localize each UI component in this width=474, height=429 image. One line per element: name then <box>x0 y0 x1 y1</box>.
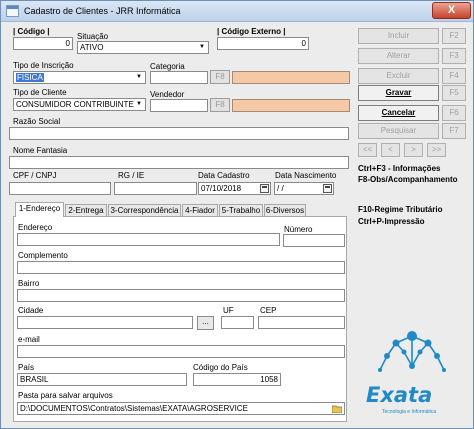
situacao-value: ATIVO <box>80 43 104 52</box>
situacao-select[interactable]: ATIVO ▼ <box>77 41 209 54</box>
gravar-key[interactable]: F5 <box>442 85 466 101</box>
complemento-field[interactable] <box>17 261 345 274</box>
data-cadastro-value: 07/10/2018 <box>201 184 242 193</box>
categoria-description-field <box>232 71 350 84</box>
alterar-key[interactable]: F3 <box>442 48 466 64</box>
tipo-cliente-label: Tipo de Cliente <box>13 88 67 97</box>
vendedor-description-field <box>232 99 350 112</box>
pasta-label: Pasta para salvar arquivos <box>18 391 113 400</box>
excluir-key[interactable]: F4 <box>442 68 466 84</box>
bairro-field[interactable] <box>17 289 345 302</box>
tab-endereco[interactable]: 1-Endereço <box>15 202 64 217</box>
window-title: Cadastro de Clientes - JRR Informática <box>24 6 181 16</box>
gravar-button[interactable]: Gravar <box>358 85 439 101</box>
tipo-inscricao-select[interactable]: FISICA ▼ <box>13 71 146 84</box>
bairro-label: Bairro <box>18 279 40 288</box>
endereco-label: Endereço <box>18 223 53 232</box>
rg-ie-label: RG / IE <box>118 171 145 180</box>
cpf-cnpj-label: CPF / CNPJ <box>13 171 57 180</box>
codigo-label: | Código | <box>13 27 50 36</box>
calendar-icon[interactable] <box>323 184 332 193</box>
codigo-externo-field[interactable]: 0 <box>217 37 309 50</box>
pasta-field[interactable]: D:\DOCUMENTOS\Contratos\Sistemas\EXATA\A… <box>17 402 345 415</box>
close-button[interactable]: X <box>432 2 471 19</box>
chevron-down-icon: ▼ <box>136 74 142 80</box>
incluir-button[interactable]: Incluir <box>358 28 439 44</box>
vendedor-label: Vendedor <box>150 90 185 99</box>
data-cadastro-field[interactable]: 07/10/2018 <box>198 182 271 195</box>
razao-social-field[interactable] <box>9 127 349 140</box>
cidade-search-button[interactable]: ... <box>197 316 214 330</box>
cpf-cnpj-field[interactable] <box>9 182 111 195</box>
pais-label: País <box>18 363 35 372</box>
tipo-cliente-value: CONSUMIDOR CONTRIBUINTE <box>16 100 134 109</box>
numero-field[interactable] <box>283 234 345 247</box>
calendar-icon[interactable] <box>260 184 269 193</box>
data-nascimento-value: / / <box>277 184 284 193</box>
chevron-down-icon: ▼ <box>199 44 205 50</box>
situacao-label: Situação <box>77 32 109 41</box>
email-field[interactable] <box>17 345 345 358</box>
endereco-field[interactable] <box>17 233 280 246</box>
logo-subtitle: Tecnologia e Informática <box>382 409 437 415</box>
pesquisar-button[interactable]: Pesquisar <box>358 123 439 139</box>
categoria-code-field[interactable] <box>150 71 208 84</box>
chevron-down-icon: ▼ <box>136 101 142 107</box>
nome-fantasia-field[interactable] <box>9 156 349 169</box>
uf-field[interactable] <box>221 316 254 329</box>
email-label: e-mail <box>18 335 40 344</box>
data-nascimento-label: Data Nascimento <box>275 171 337 180</box>
pasta-value: D:\DOCUMENTOS\Contratos\Sistemas\EXATA\A… <box>20 404 248 413</box>
excluir-button[interactable]: Excluir <box>358 68 439 84</box>
nav-first-button[interactable]: << <box>358 143 377 157</box>
categoria-label: Categoria <box>150 62 185 71</box>
incluir-key[interactable]: F2 <box>442 28 466 44</box>
cidade-field[interactable] <box>17 316 193 329</box>
cep-label: CEP <box>260 306 277 315</box>
codigo-pais-label: Código do País <box>193 363 248 372</box>
codigo-externo-label: | Código Externo | <box>217 27 286 36</box>
info-obs: F8-Obs/Acompanhamento <box>358 175 458 184</box>
nome-fantasia-label: Nome Fantasia <box>13 146 68 155</box>
vendedor-search-button[interactable]: F8 <box>210 98 230 112</box>
codigo-pais-field[interactable]: 1058 <box>193 373 281 386</box>
window: Cadastro de Clientes - JRR Informática X… <box>0 0 474 429</box>
exata-logo-icon <box>378 331 446 372</box>
uf-label: UF <box>223 306 234 315</box>
app-icon <box>6 5 19 17</box>
pesquisar-key[interactable]: F7 <box>442 123 466 139</box>
cep-field[interactable] <box>258 316 345 329</box>
vendedor-code-field[interactable] <box>150 99 208 112</box>
title-bar[interactable]: Cadastro de Clientes - JRR Informática X <box>1 1 473 22</box>
logo-text: Exata <box>366 383 433 407</box>
alterar-button[interactable]: Alterar <box>358 48 439 64</box>
tipo-inscricao-label: Tipo de Inscrição <box>13 61 74 70</box>
razao-social-label: Razão Social <box>13 117 61 126</box>
cidade-label: Cidade <box>18 306 44 315</box>
info-impressao: Ctrl+P-Impressão <box>358 217 425 226</box>
data-cadastro-label: Data Cadastro <box>198 171 250 180</box>
info-regime: F10-Regime Tributário <box>358 205 443 214</box>
codigo-field[interactable]: 0 <box>13 37 73 50</box>
tipo-inscricao-value: FISICA <box>16 73 44 82</box>
nav-prev-button[interactable]: < <box>381 143 400 157</box>
nav-last-button[interactable]: >> <box>427 143 446 157</box>
cancelar-button[interactable]: Cancelar <box>358 105 439 121</box>
pais-field[interactable]: BRASIL <box>17 373 187 386</box>
data-nascimento-field[interactable]: / / <box>274 182 334 195</box>
info-informacoes: Ctrl+F3 - Informações <box>358 164 441 173</box>
rg-ie-field[interactable] <box>114 182 197 195</box>
complemento-label: Complemento <box>18 251 68 260</box>
numero-label: Número <box>284 225 313 234</box>
tipo-cliente-select[interactable]: CONSUMIDOR CONTRIBUINTE ▼ <box>13 98 146 111</box>
folder-icon[interactable] <box>331 404 343 414</box>
cancelar-key[interactable]: F6 <box>442 105 466 121</box>
nav-next-button[interactable]: > <box>404 143 423 157</box>
categoria-search-button[interactable]: F8 <box>210 70 230 84</box>
